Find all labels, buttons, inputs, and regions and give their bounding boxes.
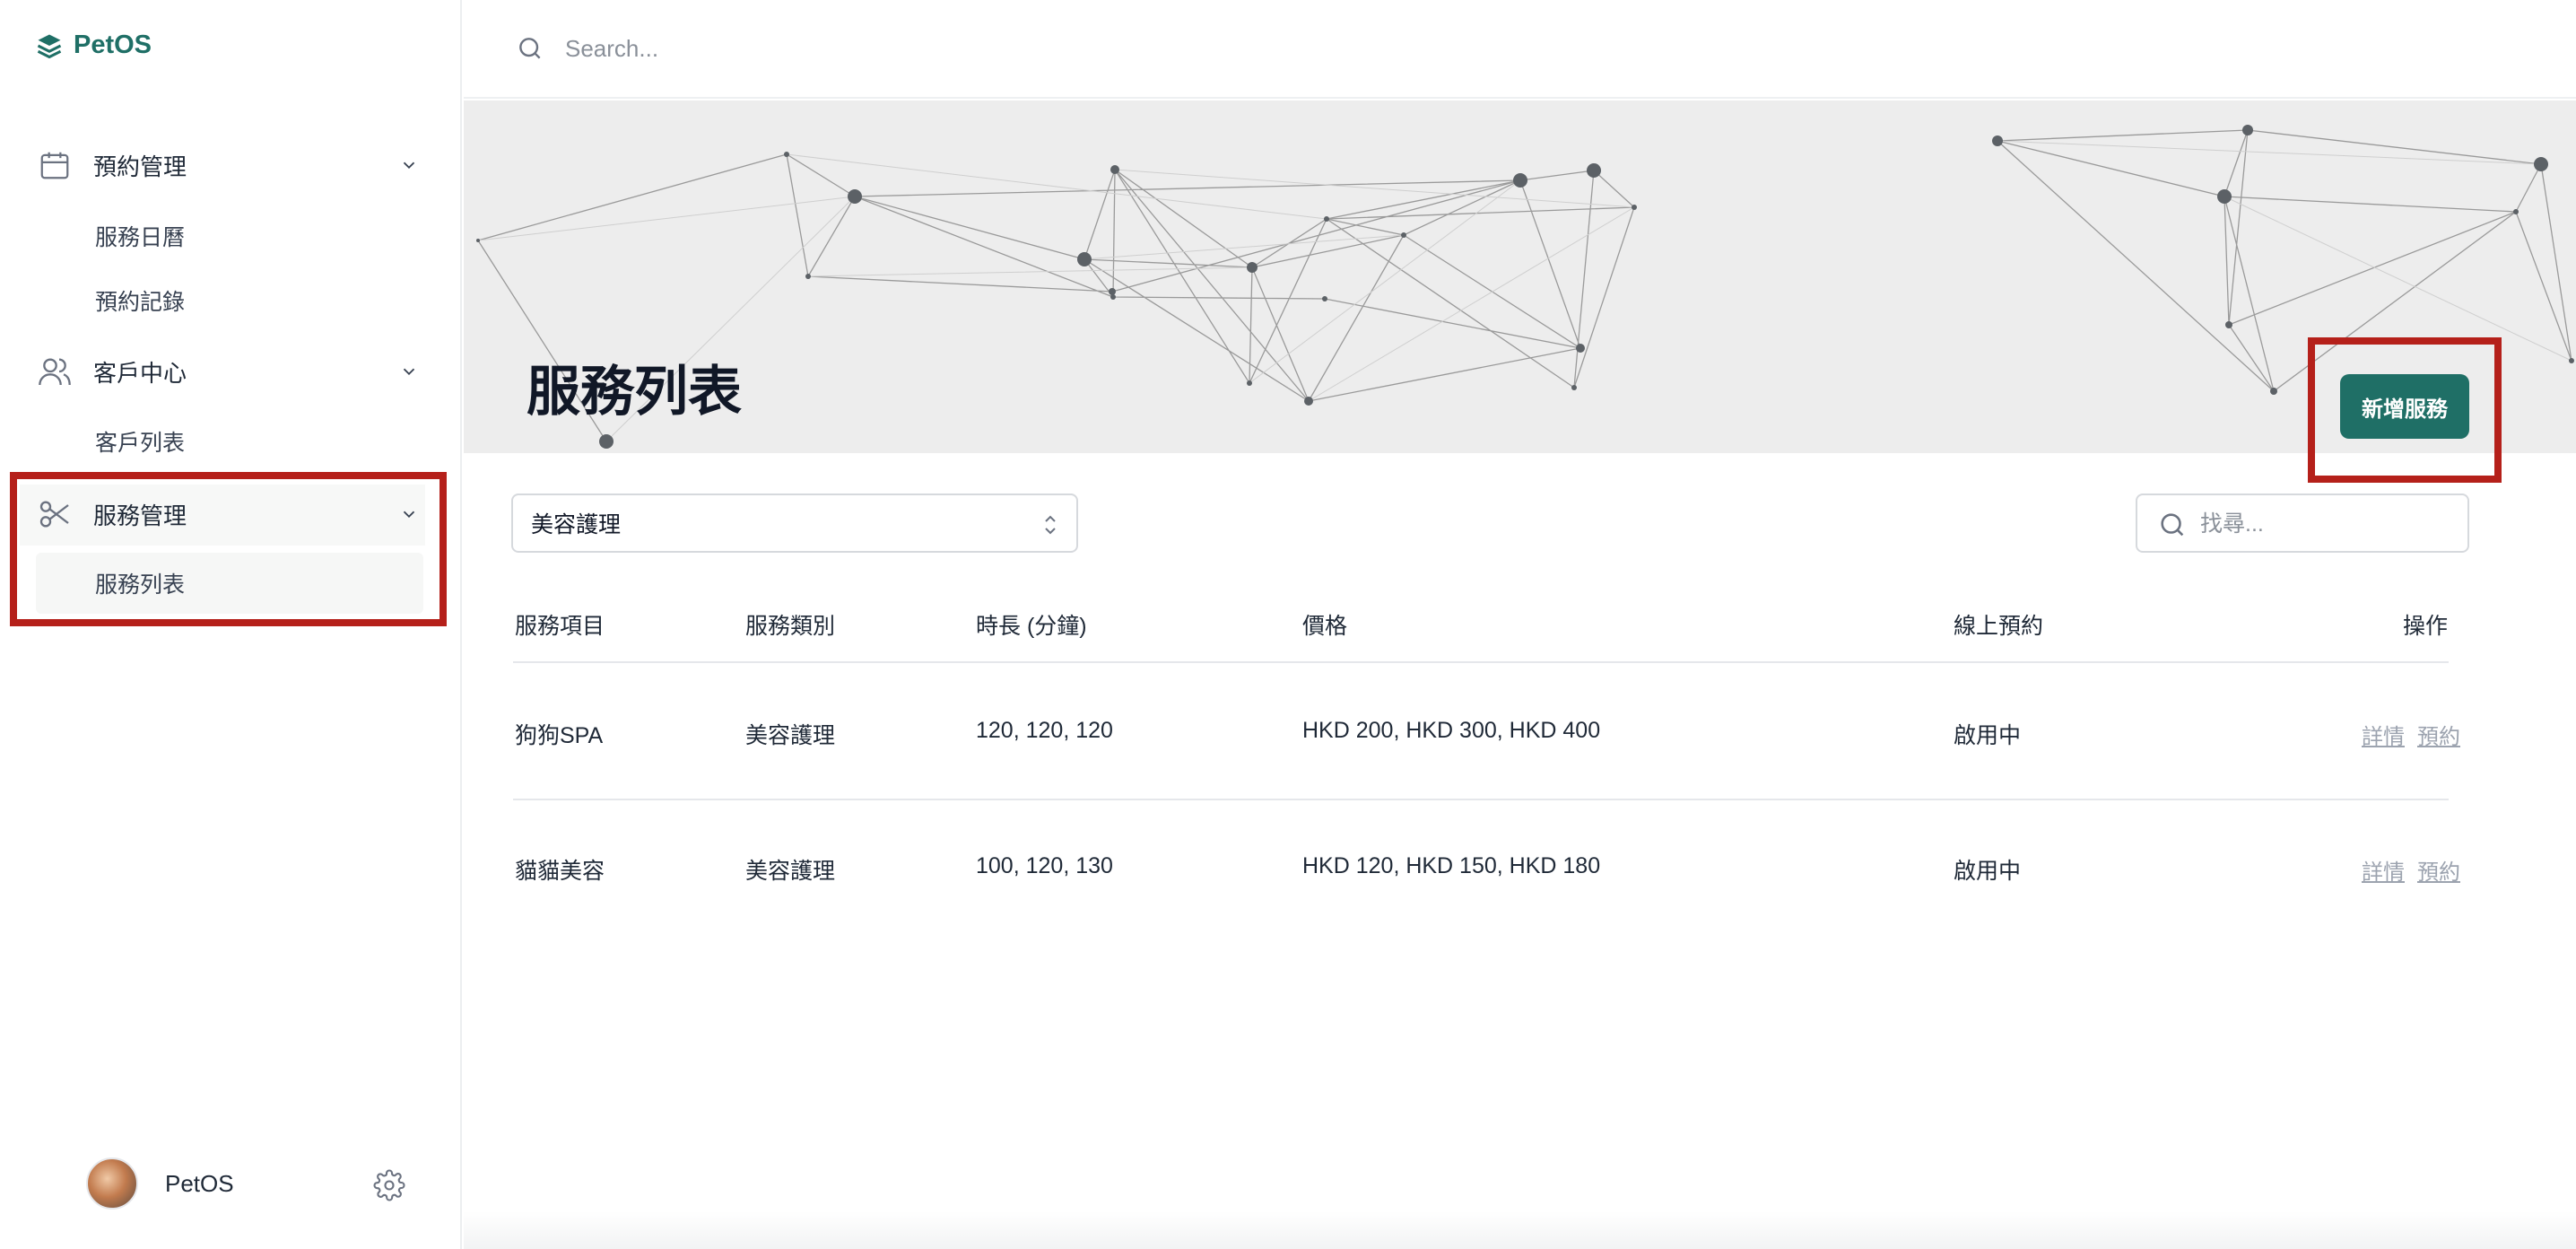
brand-name: PetOS — [74, 31, 152, 59]
hero-banner — [464, 100, 2576, 453]
cell-service-name: 貓貓美容 — [515, 859, 605, 884]
sidebar-item-service-calendar[interactable]: 服務日曆 — [95, 216, 185, 256]
cell-category: 美容護理 — [745, 723, 836, 748]
page-title: 服務列表 — [527, 362, 742, 422]
user-profile[interactable]: PetOS — [86, 1157, 234, 1210]
sidebar-group-customers[interactable]: 客戶中心 — [36, 346, 422, 397]
details-link[interactable]: 詳情 — [2362, 854, 2405, 886]
search-icon — [2157, 510, 2188, 540]
layers-icon — [37, 34, 62, 58]
calendar-icon — [36, 146, 74, 184]
search-icon — [516, 34, 544, 63]
column-header-category: 服務類別 — [745, 614, 836, 639]
highlight-box — [10, 472, 447, 626]
book-link[interactable]: 預約 — [2417, 854, 2460, 886]
add-service-button[interactable]: 新增服務 — [2340, 374, 2469, 439]
find-box[interactable] — [2136, 493, 2469, 553]
chevron-down-icon[interactable] — [396, 359, 422, 384]
cell-online-booking: 啟用中 — [1954, 859, 2022, 884]
sidebar-group-label: 預約管理 — [93, 153, 187, 180]
category-select-value: 美容護理 — [531, 512, 622, 537]
column-header-name: 服務項目 — [515, 614, 605, 639]
profile-name: PetOS — [165, 1169, 234, 1197]
search-input[interactable] — [565, 27, 1372, 70]
sidebar-item-customer-list[interactable]: 客戶列表 — [95, 422, 185, 461]
cell-price: HKD 120, HKD 150, HKD 180 — [1302, 853, 1601, 878]
category-select[interactable]: 美容護理 — [511, 493, 1078, 553]
header-divider — [513, 661, 2449, 663]
book-link[interactable]: 預約 — [2417, 719, 2460, 750]
avatar — [86, 1157, 138, 1210]
users-icon — [36, 353, 74, 390]
column-header-actions: 操作 — [2403, 614, 2449, 639]
cell-price: HKD 200, HKD 300, HKD 400 — [1302, 718, 1601, 743]
row-divider — [513, 799, 2449, 800]
sidebar-group-label: 客戶中心 — [93, 359, 187, 387]
chevron-up-down-icon — [1040, 511, 1060, 538]
cell-category: 美容護理 — [745, 859, 836, 884]
sidebar-group-appointments[interactable]: 預約管理 — [36, 140, 422, 190]
bottom-edge — [464, 1211, 2576, 1249]
sidebar: PetOS 預約管理 服務日曆 預約記錄 客戶中心 客戶列表 服務管理 服務列表… — [0, 0, 462, 1249]
sidebar-item-appointment-records[interactable]: 預約記錄 — [95, 281, 185, 320]
find-input[interactable] — [2200, 506, 2451, 542]
details-link[interactable]: 詳情 — [2362, 719, 2405, 750]
brand[interactable]: PetOS — [36, 31, 152, 60]
cell-online-booking: 啟用中 — [1954, 723, 2022, 748]
cell-duration: 120, 120, 120 — [976, 718, 1113, 743]
column-header-duration: 時長 (分鐘) — [976, 614, 1087, 639]
cell-service-name: 狗狗SPA — [515, 723, 604, 748]
chevron-down-icon[interactable] — [396, 153, 422, 178]
column-header-online-booking: 線上預約 — [1954, 614, 2044, 639]
column-header-price: 價格 — [1302, 614, 1348, 639]
gear-icon[interactable] — [373, 1169, 405, 1201]
cell-duration: 100, 120, 130 — [976, 853, 1113, 878]
network-graphic — [476, 125, 2574, 449]
